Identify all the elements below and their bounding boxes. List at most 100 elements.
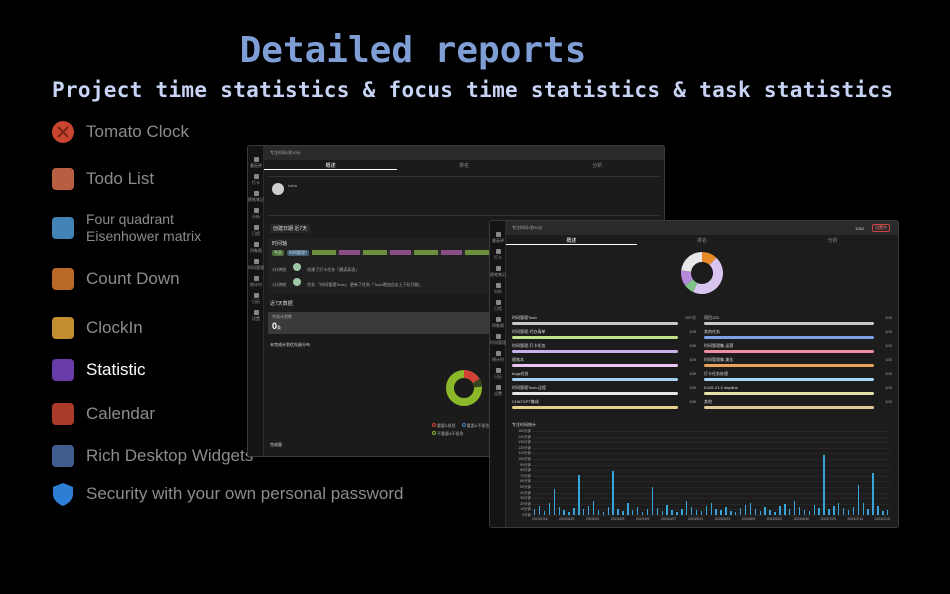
sidebar-item[interactable]: 分析 [248,205,264,222]
project-bar-value: 100 [885,329,892,334]
project-bar-row[interactable]: 时间管理Todo 097分 [512,315,696,329]
focus-bar [842,508,845,515]
project-bar-row[interactable]: 时间管理-代办清单 109 [512,329,696,343]
focus-bar [798,507,801,515]
project-bar-row[interactable]: 时间管理集-美化 100 [704,357,892,371]
feature-label: Tomato Clock [86,122,189,141]
focus-bar [690,507,693,515]
status-badge[interactable]: 设置中 [872,224,890,232]
project-bar-value: 100 [885,343,892,348]
sidebar-icon [253,309,259,315]
project-bar-row[interactable]: 项目123 100 [704,315,892,329]
tab-2[interactable]: 分析 [767,235,898,245]
sidebar-item[interactable]: 番茄钟 [490,229,506,246]
project-bar-row[interactable]: 时间管理-打卡任务 100 [512,343,696,357]
project-bar-row[interactable]: 时间管理Todo-远程 100 [512,385,696,399]
gridline [532,475,890,477]
project-bar-label: CHATGPT集成 [512,399,539,404]
focus-bar [617,509,619,515]
y-tick-label: 100分钟 [518,457,531,461]
project-bar [512,406,678,409]
date-filter-dropdown[interactable]: 创建日期 近7天 [270,224,311,233]
focus-bar [538,506,541,515]
project-bar-value: 100 [689,399,696,404]
window-titlebar: 专注时间1秒30分 1252 设置中 [490,221,898,235]
event-avatar [292,262,301,271]
x-tick-label: 2023/2/16 [532,517,548,521]
sidebar-item-label: 分析 [494,288,502,294]
gridline [532,453,890,455]
tab-1[interactable]: 排名 [637,235,768,245]
focus-bar [627,503,629,515]
sidebar-icon [253,275,259,281]
sidebar-item[interactable]: 打卡 [248,171,264,188]
focus-bar [592,501,595,515]
y-tick-label: 130分钟 [518,440,531,445]
sidebar-item[interactable]: 倒计时 [490,348,506,365]
sidebar-item[interactable]: 日历 [248,290,264,307]
gridline [532,492,890,494]
pie-slice [693,257,723,294]
project-bar-row[interactable]: 其他 100 [704,399,892,413]
project-bar-label: 时间管理Todo-远程 [512,385,547,390]
sidebar-item[interactable]: 打卡 [490,246,506,263]
project-bar [512,378,678,381]
sidebar-item[interactable]: 日历 [490,365,506,382]
sidebar-item-label: 分析 [252,213,260,219]
project-bar-row[interactable]: 时间管理集-运营 100 [704,343,892,357]
focus-bar [754,509,757,515]
sidebar-item-label: 倒计时 [250,281,262,287]
project-bar-row[interactable]: bugs任务 100 [512,371,696,385]
feature-label: Four quadrant Eisenhower matrix [86,211,202,244]
gridline [532,442,890,444]
focus-bar [725,507,727,515]
sidebar-item[interactable]: 设置 [490,382,506,399]
project-bar-label: 随笔本 [512,357,524,362]
project-bar-row[interactable]: 随笔本 100 [512,357,696,371]
tag-today[interactable]: 今天 [272,250,284,256]
project-bar-row[interactable]: ICAS-V1.2 stopline 100 [704,385,892,399]
gridline [532,464,890,466]
tab-0[interactable]: 概述 [506,235,637,245]
focus-bar [793,501,796,515]
project-bar-row[interactable]: 打卡任务处理 100 [704,371,892,385]
sidebar-item[interactable]: 随笔笔记 [248,188,264,205]
focus-bar [587,506,590,515]
sidebar-item[interactable]: 四象限 [248,239,264,256]
sidebar-item[interactable]: 日程 [248,222,264,239]
legend-item: 不重要&不紧急 [432,431,464,437]
project-bar-label: 其他任务 [704,329,720,334]
focus-bar [813,505,815,515]
focus-bar [548,503,551,515]
sidebar-icon [495,384,501,390]
tab-2[interactable]: 分析 [531,160,664,170]
sidebar-item[interactable]: 日程 [490,297,506,314]
sidebar-item[interactable]: 分析 [490,280,506,297]
sidebar-item[interactable]: 时间管理 [248,256,264,273]
tab-1[interactable]: 排名 [397,160,530,170]
legend-swatch [432,431,436,435]
focus-bar [759,511,761,515]
sidebar-item[interactable]: 设置 [248,307,264,324]
sidebar-item[interactable]: 四象限 [490,314,506,331]
tab-0[interactable]: 概述 [264,160,398,170]
project-bars-left: 时间管理Todo 097分 时间管理-代办清单 109 时间管理-打卡任务 100 随笔本 1… [512,315,696,413]
event-avatar [292,277,301,286]
sidebar-icon [253,173,259,179]
username: haha [288,183,297,188]
sidebar-item[interactable]: 随笔笔记 [490,263,506,280]
focus-bar [700,511,703,515]
sidebar-item[interactable]: 番茄钟 [248,154,264,171]
project-bar-row[interactable]: CHATGPT集成 100 [512,399,696,413]
avatar[interactable] [272,183,284,195]
tag-row: 今天 时间管理7 [272,250,493,256]
sidebar-icon [495,299,501,305]
project-bar-row[interactable]: 其他任务 100 [704,329,892,343]
sidebar-item[interactable]: 时间管理 [490,331,506,348]
window-title: 专注时间1秒30分 [512,225,543,230]
sidebar-item[interactable]: 倒计时 [248,273,264,290]
timeline-heading: 时间轴 [272,241,288,247]
legend-swatch [461,423,466,427]
tag-project[interactable]: 时间管理7 [287,250,310,256]
focus-bar [808,511,811,515]
